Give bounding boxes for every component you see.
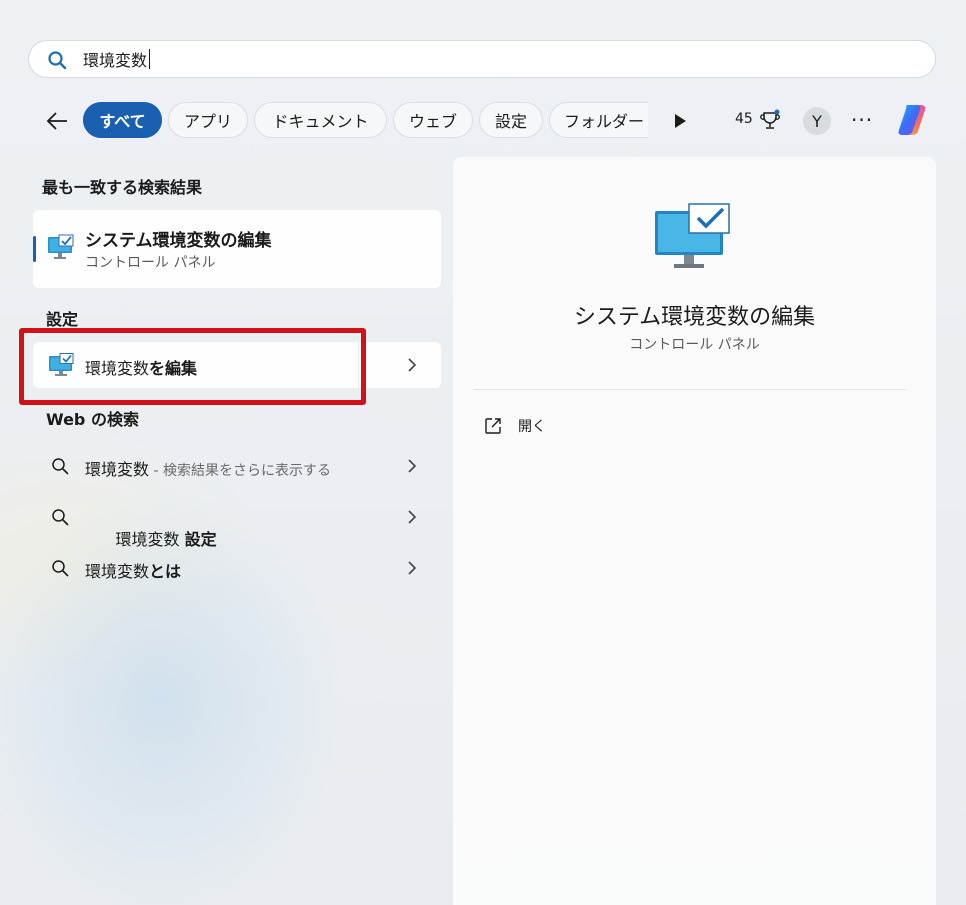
web-search-hint: - 検索結果をさらに表示する bbox=[149, 463, 331, 479]
open-action-label: 開く bbox=[518, 419, 546, 435]
best-match-heading: 最も一致する検索結果 bbox=[42, 178, 203, 197]
settings-result-edit-env-vars[interactable]: 環境変数を編集 bbox=[33, 342, 441, 388]
web-query: 環境変数 bbox=[85, 460, 150, 479]
preview-title: システム環境変数の編集 bbox=[573, 305, 816, 330]
selection-indicator bbox=[33, 236, 36, 262]
search-box[interactable]: 環境変数 bbox=[28, 40, 936, 78]
best-match-subtitle: コントロール パネル bbox=[85, 255, 216, 271]
web-search-item[interactable]: 環境変数 設定 bbox=[33, 497, 441, 549]
search-icon bbox=[52, 458, 69, 475]
windows-search-window: 環境変数 すべて アプリ ドキュメント ウェブ 設定 フォルダー 45 Y ··… bbox=[0, 0, 966, 905]
tab-all[interactable]: すべて bbox=[83, 102, 162, 138]
tab-web[interactable]: ウェブ bbox=[393, 102, 473, 138]
web-query: 環境変数 bbox=[85, 562, 150, 581]
web-search-heading: Web の検索 bbox=[46, 410, 139, 429]
settings-result-label-rest: を編集 bbox=[149, 359, 198, 378]
settings-result-label-match: 環境変数 bbox=[85, 359, 150, 378]
row-divider bbox=[358, 342, 359, 388]
search-icon bbox=[48, 51, 67, 70]
chevron-right-icon[interactable] bbox=[407, 510, 417, 524]
open-external-icon bbox=[485, 418, 501, 434]
preview-subtitle: コントロール パネル bbox=[629, 337, 760, 353]
open-action[interactable]: 開く bbox=[483, 415, 546, 437]
web-search-item[interactable]: 環境変数 - 検索結果をさらに表示する bbox=[33, 446, 441, 486]
copilot-icon[interactable] bbox=[893, 101, 931, 139]
web-search-item-text: 環境変数とは bbox=[85, 558, 181, 582]
best-match-title: システム環境変数の編集 bbox=[85, 231, 272, 251]
tab-documents[interactable]: ドキュメント bbox=[254, 102, 387, 138]
settings-result-label: 環境変数を編集 bbox=[85, 355, 197, 379]
best-match-result[interactable]: システム環境変数の編集 コントロール パネル bbox=[33, 210, 441, 288]
account-avatar[interactable]: Y bbox=[803, 107, 831, 135]
scroll-right-arrow-icon[interactable] bbox=[672, 112, 688, 130]
monitor-settings-icon bbox=[655, 203, 730, 268]
web-query-suffix: とは bbox=[149, 562, 182, 581]
chevron-right-icon[interactable] bbox=[407, 561, 417, 575]
tab-folders[interactable]: フォルダー bbox=[549, 102, 648, 138]
settings-heading: 設定 bbox=[46, 310, 79, 329]
search-query-text: 環境変数 bbox=[83, 51, 148, 70]
monitor-settings-icon bbox=[48, 234, 74, 259]
web-search-item[interactable]: 環境変数とは bbox=[33, 548, 441, 588]
web-query: 環境変数 bbox=[115, 530, 185, 549]
text-caret bbox=[149, 49, 151, 69]
chevron-right-icon[interactable] bbox=[407, 358, 417, 372]
tab-apps[interactable]: アプリ bbox=[168, 102, 248, 138]
more-options-button[interactable]: ··· bbox=[851, 108, 873, 132]
rewards-points: 45 bbox=[735, 111, 753, 127]
search-input[interactable]: 環境変数 bbox=[83, 49, 151, 70]
back-arrow-icon[interactable] bbox=[44, 108, 70, 134]
preview-divider bbox=[473, 389, 907, 390]
search-icon bbox=[52, 509, 69, 526]
chevron-right-icon[interactable] bbox=[407, 459, 417, 473]
web-search-item-text: 環境変数 - 検索結果をさらに表示する bbox=[85, 456, 331, 480]
search-icon bbox=[52, 560, 69, 577]
preview-panel: システム環境変数の編集 コントロール パネル 開く bbox=[453, 157, 936, 905]
web-query-suffix: 設定 bbox=[184, 530, 217, 549]
tab-settings[interactable]: 設定 bbox=[479, 102, 543, 138]
rewards-trophy-icon[interactable] bbox=[758, 108, 782, 132]
monitor-settings-icon bbox=[49, 353, 74, 376]
